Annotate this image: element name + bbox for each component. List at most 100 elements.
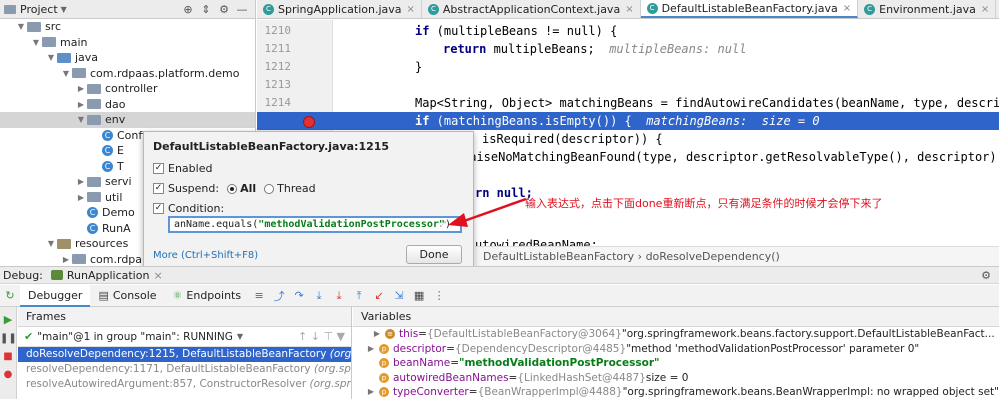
breadcrumb[interactable]: DefaultListableBeanFactory › doResolveDe… <box>475 246 999 266</box>
frames-panel: Frames ✔ "main"@1 in group "main": RUNNI… <box>18 307 352 399</box>
step-out-icon[interactable]: ⤒ <box>349 289 369 303</box>
enabled-checkbox[interactable]: ✓ <box>153 163 164 174</box>
chevron-down-icon[interactable]: ▼ <box>60 69 72 78</box>
code-line[interactable]: } <box>415 58 422 76</box>
condition-text-prefix: anName.equals( <box>174 219 259 230</box>
close-icon[interactable]: × <box>981 4 989 15</box>
step-into-icon[interactable]: ⤓ <box>309 289 329 303</box>
tree-item[interactable]: ▼ env <box>0 112 255 128</box>
tab-console[interactable]: ▤ Console <box>90 289 164 302</box>
pause-icon[interactable]: ❚❚ <box>0 333 17 344</box>
target-icon[interactable]: ⊕ <box>179 3 197 16</box>
frame-package: (org.spri <box>329 348 351 360</box>
tree-item[interactable]: ▼ src <box>0 19 255 35</box>
suspend-checkbox[interactable]: ✓ <box>153 183 164 194</box>
chevron-right-icon[interactable]: ▶ <box>75 193 87 202</box>
condition-input[interactable]: anName.equals("methodValidationPostProce… <box>168 216 462 233</box>
editor-tab[interactable]: C DefaultListableBeanFactory.java × <box>640 0 859 18</box>
chevron-down-icon[interactable]: ▼ <box>30 38 42 47</box>
code-line[interactable]: if (multipleBeans != null) { <box>415 22 617 40</box>
show-execution-point-icon[interactable]: ⤴ <box>269 288 289 304</box>
frame-nav-icon[interactable]: ↑ ↓ ⊤ ▼ <box>298 330 345 343</box>
step-over-icon[interactable]: ↷ <box>289 289 309 302</box>
chevron-right-icon[interactable]: ▶ <box>365 342 377 357</box>
view-breakpoints-icon[interactable]: ● <box>0 369 16 380</box>
chevron-right-icon[interactable]: ▶ <box>75 100 87 109</box>
done-button[interactable]: Done <box>406 245 462 264</box>
chevron-down-icon[interactable]: ▼ <box>15 22 27 31</box>
close-icon[interactable]: × <box>407 4 415 15</box>
hide-icon[interactable]: — <box>233 3 251 16</box>
chevron-right-icon[interactable]: ▶ <box>60 255 72 264</box>
code-line[interactable]: isRequired(descriptor)) { <box>482 130 663 148</box>
chevron-down-icon[interactable]: ▼ <box>45 53 57 62</box>
gear-icon[interactable]: ⚙ <box>215 3 233 16</box>
collapse-icon[interactable]: ⇕ <box>197 3 215 16</box>
chevron-down-icon[interactable]: ▼ <box>45 239 57 248</box>
run-to-cursor-icon[interactable]: ⇲ <box>389 289 409 302</box>
gear-icon[interactable]: ⚙ <box>981 269 991 282</box>
condition-text-string: "methodValidationPostProcessor" <box>258 219 445 230</box>
code-line[interactable]: if (matchingBeans.isEmpty()) { matchingB… <box>415 112 820 130</box>
enabled-row[interactable]: ✓ Enabled <box>153 162 212 175</box>
tree-item-label: servi <box>105 175 132 189</box>
tree-item[interactable]: ▼ com.rdpaas.platform.demo <box>0 66 255 82</box>
project-title[interactable]: Project <box>20 3 58 16</box>
tree-item[interactable]: ▼ java <box>0 50 255 66</box>
chevron-down-icon[interactable]: ▼ <box>237 332 243 341</box>
trace-icon[interactable]: ⋮ <box>429 289 449 302</box>
tab-endpoints[interactable]: ⚛ Endpoints <box>165 289 250 302</box>
variable-row[interactable]: ▶ p descriptor = {DependencyDescriptor@448… <box>353 342 999 357</box>
more-link[interactable]: More (Ctrl+Shift+F8) <box>153 250 258 261</box>
tab-debugger[interactable]: Debugger <box>20 284 91 307</box>
variable-type: {LinkedHashSet@4487} <box>517 371 646 384</box>
variable-row[interactable]: ▶ p typeConverter = {BeanWrapperImpl@4488}… <box>353 385 999 400</box>
chevron-down-icon[interactable]: ▼ <box>61 5 67 14</box>
stack-frame[interactable]: resolveDependency:1171, DefaultListableB… <box>18 362 351 377</box>
tab-console-label: Console <box>112 289 157 302</box>
condition-row[interactable]: ✓ Condition: <box>153 202 224 215</box>
code-line[interactable]: return multipleBeans; multipleBeans: nul… <box>443 40 746 58</box>
line-number: 1214 <box>264 96 292 109</box>
evaluate-icon[interactable]: ▦ <box>409 289 429 302</box>
tree-item[interactable]: ▶ controller <box>0 81 255 97</box>
rerun-icon[interactable]: ↻ <box>0 289 20 302</box>
chevron-right-icon[interactable]: ▶ <box>365 385 377 400</box>
drop-frame-icon[interactable]: ↙ <box>369 289 389 302</box>
class-icon: C <box>263 3 274 15</box>
menu-icon[interactable]: ≡ <box>249 289 269 302</box>
breakpoint-icon[interactable] <box>303 116 315 128</box>
force-step-into-icon[interactable]: ⤓ <box>329 289 349 303</box>
variable-row[interactable]: ▶ ≡ this = {DefaultListableBeanFactory@306… <box>353 327 999 342</box>
thread-radio[interactable] <box>264 183 275 194</box>
chevron-right-icon[interactable]: ▶ <box>75 84 87 93</box>
editor-tab[interactable]: C Environment.java × <box>858 0 997 18</box>
tree-item-label: resources <box>75 237 129 251</box>
stack-frame[interactable]: doResolveDependency:1215, DefaultListabl… <box>18 347 351 362</box>
editor-tab[interactable]: C SpringApplication.java × <box>257 0 422 18</box>
variable-row[interactable]: p beanName = "methodValidationPostProcess… <box>353 356 999 371</box>
tree-item[interactable]: ▼ main <box>0 35 255 51</box>
close-icon[interactable]: × <box>625 4 633 15</box>
tree-item-label: main <box>60 35 88 49</box>
code-line[interactable]: Map<String, Object> matchingBeans = find… <box>415 94 999 112</box>
chevron-right-icon[interactable]: ▶ <box>75 177 87 186</box>
chevron-right-icon[interactable]: ▶ <box>371 327 383 342</box>
folder-icon <box>27 21 41 32</box>
editor-tab[interactable]: C AbstractApplicationContext.java × <box>422 0 641 18</box>
thread-selector[interactable]: ✔ "main"@1 in group "main": RUNNING ▼ ↑ … <box>18 327 351 347</box>
resume-icon[interactable]: ▶ <box>0 313 16 326</box>
code-line[interactable]: raiseNoMatchingBeanFound(type, descripto… <box>462 148 999 166</box>
stop-icon[interactable]: ■ <box>0 351 16 362</box>
close-icon[interactable]: × <box>843 3 851 14</box>
tree-item-label: T <box>117 159 124 173</box>
chevron-down-icon[interactable]: ▼ <box>75 115 87 124</box>
stack-frame[interactable]: resolveAutowiredArgument:857, Constructo… <box>18 377 351 392</box>
variable-value: "org.springframework.beans.factory.suppo… <box>621 328 995 340</box>
close-icon[interactable]: × <box>153 269 162 282</box>
all-radio[interactable] <box>227 183 238 194</box>
tree-item[interactable]: ▶ dao <box>0 97 255 113</box>
run-config-label[interactable]: RunApplication <box>67 269 150 282</box>
condition-checkbox[interactable]: ✓ <box>153 203 164 214</box>
variable-row[interactable]: p autowiredBeanNames = {LinkedHashSet@448… <box>353 371 999 386</box>
